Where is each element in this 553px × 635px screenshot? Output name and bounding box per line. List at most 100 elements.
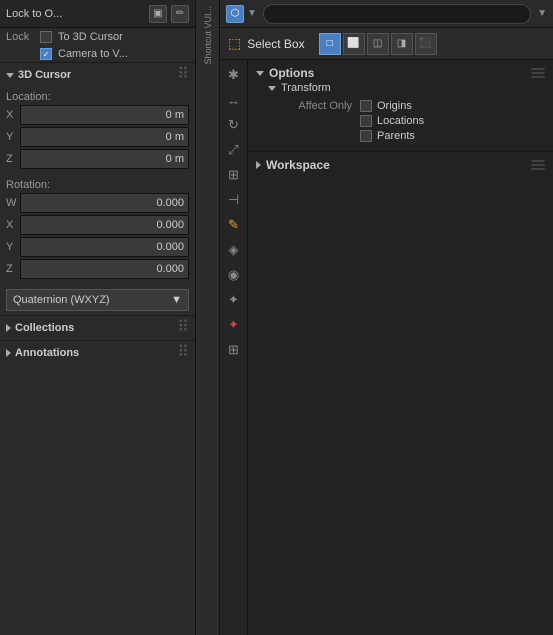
side-icon-bar: ✱ ↔ ↻ ⤢ ⊞ ⊣ ✎ ◈ ◉ ✦ ✦ ⊞ [220,60,248,635]
origins-checkbox[interactable] [360,100,372,112]
extra2-icon[interactable]: ◉ [223,264,245,286]
extra3-icon[interactable]: ✦ [223,289,245,311]
pencil-icon[interactable]: ✏ [171,5,189,23]
location-y-input[interactable] [20,127,189,147]
lock-row: Lock To 3D Cursor [0,28,195,46]
extra1-icon[interactable]: ◈ [223,239,245,261]
search-bar[interactable] [263,4,531,24]
options-title-row[interactable]: Options [256,66,545,80]
options-label: Options [269,66,314,80]
rotation-z-row: Z [6,259,189,279]
rotation-x-input[interactable] [20,215,189,235]
location-y-row: Y [6,127,189,147]
location-group: Location: X Y Z [0,87,195,175]
locations-checkbox[interactable] [360,115,372,127]
collections-drag-handle: ⠿ [177,320,189,336]
3d-cursor-section-header[interactable]: 3D Cursor ⠿ [0,62,195,87]
rx-axis-label: X [6,219,20,231]
3d-cursor-collapse-icon [6,73,14,78]
w-axis-label: W [6,197,20,209]
shortcut-vui-tab[interactable]: Shortcut VUI... [203,0,213,71]
origins-label: Origins [377,100,412,112]
cursor-icon[interactable]: ✱ [223,64,245,86]
options-drag-handle [531,68,545,78]
rotation-w-row: W [6,193,189,213]
options-block: Options Transform Affect Only [248,60,553,151]
mode-btn-box[interactable]: □ [319,33,341,55]
origins-row: Affect Only Origins [280,100,545,112]
select-tool-bar: ⬚ Select Box □ ⬜ ◫ ◨ ⬛ [220,28,553,60]
annotate-icon[interactable]: ✎ [223,214,245,236]
extra4-icon[interactable]: ✦ [223,314,245,336]
annotations-label: Annotations [15,347,79,359]
options-content: Options Transform Affect Only [248,60,553,635]
viewport-toggle-icon[interactable]: ⬡ [226,5,244,23]
header-title: Lock to O... [6,8,62,20]
app-container: Lock to O... ▣ ✏ Lock To 3D Cursor Camer… [0,0,553,635]
workspace-title-row[interactable]: Workspace [256,158,545,172]
location-label: Location: [6,91,189,103]
collections-collapse-icon [6,324,11,332]
camera-to-v-checkbox[interactable] [40,48,52,60]
workspace-block: Workspace [248,151,553,178]
x-axis-label: X [6,109,20,121]
rotation-mode-dropdown[interactable]: Quaternion (WXYZ) ▼ [6,289,189,311]
parents-row: Parents [280,130,545,142]
workspace-drag-handle [531,160,545,170]
origins-value: Origins [360,100,412,112]
header-dropdown-icon[interactable]: ▼ [247,8,257,19]
scale-icon[interactable]: ⤢ [223,139,245,161]
to-3d-cursor-label: To 3D Cursor [58,31,123,43]
camera-to-v-label: Camera to V... [58,48,128,60]
rotation-x-row: X [6,215,189,235]
3d-cursor-label: 3D Cursor [18,69,71,81]
header-right-dropdown[interactable]: ▼ [537,8,547,19]
parents-label: Parents [377,130,415,142]
parents-checkbox[interactable] [360,130,372,142]
rotation-w-input[interactable] [20,193,189,213]
mode-btn-4[interactable]: ◨ [391,33,413,55]
viewport-icon[interactable]: ▣ [149,5,167,23]
mid-panel: Shortcut VUI... [195,0,220,635]
locations-row: Locations [280,115,545,127]
rotation-mode-label: Quaternion (WXYZ) [13,294,110,306]
left-panel: Lock to O... ▣ ✏ Lock To 3D Cursor Camer… [0,0,195,635]
mode-btn-2[interactable]: ⬜ [343,33,365,55]
camera-to-v-row: Camera to V... [0,46,195,62]
affect-only-key: Affect Only [280,100,360,112]
rotate-icon[interactable]: ↻ [223,114,245,136]
z-axis-label: Z [6,153,20,165]
extra5-icon[interactable]: ⊞ [223,339,245,361]
transform-label: Transform [281,82,331,94]
select-box-label: Select Box [247,37,304,51]
location-x-row: X [6,105,189,125]
rotation-y-input[interactable] [20,237,189,257]
transform-collapse-icon [268,86,276,91]
affect-only-grid: Affect Only Origins Locations [256,100,545,142]
workspace-collapse-icon [256,161,261,169]
annotations-collapse-icon [6,349,11,357]
location-x-input[interactable] [20,105,189,125]
move-icon[interactable]: ↔ [223,89,245,111]
transform-title-row[interactable]: Transform [256,82,545,94]
to-3d-cursor-checkbox[interactable] [40,31,52,43]
workspace-label: Workspace [266,158,330,172]
location-z-row: Z [6,149,189,169]
mode-btn-3[interactable]: ◫ [367,33,389,55]
header-icon-group: ⬡ ▼ [226,5,257,23]
rz-axis-label: Z [6,263,20,275]
transform-icon[interactable]: ⊞ [223,164,245,186]
rotation-z-input[interactable] [20,259,189,279]
rotation-label: Rotation: [6,179,189,191]
y-axis-label: Y [6,131,20,143]
location-z-input[interactable] [20,149,189,169]
options-collapse-icon [256,71,264,76]
locations-label: Locations [377,115,424,127]
mode-btn-5[interactable]: ⬛ [415,33,437,55]
annotations-section-header[interactable]: Annotations ⠿ [0,340,195,365]
right-header: ⬡ ▼ ▼ [220,0,553,28]
collections-section-header[interactable]: Collections ⠿ [0,315,195,340]
locations-value: Locations [360,115,424,127]
measure-icon[interactable]: ⊣ [223,189,245,211]
rotation-group: Rotation: W X Y Z [0,175,195,285]
